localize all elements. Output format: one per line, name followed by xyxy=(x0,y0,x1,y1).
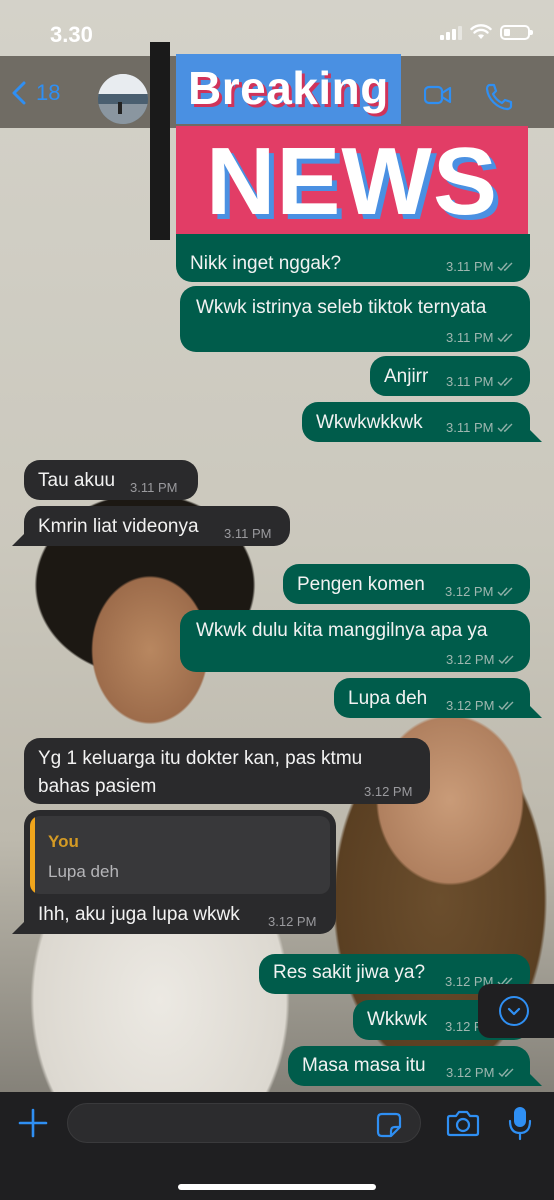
bubble-tail xyxy=(528,704,542,718)
microphone-icon[interactable] xyxy=(508,1105,532,1141)
message-in[interactable]: Yg 1 keluarga itu dokter kan, pas ktmu b… xyxy=(24,738,430,804)
message-time: 3.12 PM xyxy=(268,914,317,929)
message-time: 3.11 PM xyxy=(446,330,494,345)
phone-icon[interactable] xyxy=(484,82,514,112)
message-out[interactable]: Anjirr 3.11 PM xyxy=(370,356,530,396)
contact-avatar[interactable] xyxy=(98,74,148,124)
message-meta: 3.11 PM xyxy=(446,374,515,389)
message-text: Wkwk dulu kita manggilnya apa ya xyxy=(196,620,488,641)
message-text: Tau akuu xyxy=(38,470,116,491)
message-meta: 3.12 PM xyxy=(446,1065,516,1080)
message-out[interactable]: Nikk inget nggak? 3.11 PM xyxy=(176,234,530,282)
scroll-to-bottom-button[interactable] xyxy=(478,984,554,1038)
message-meta: 3.11 PM xyxy=(446,259,515,274)
read-ticks-icon xyxy=(498,1068,514,1077)
message-meta: 3.11 PM xyxy=(446,420,515,435)
read-ticks-icon xyxy=(497,423,513,432)
bubble-tail xyxy=(528,428,542,442)
message-out[interactable]: Pengen komen 3.12 PM xyxy=(283,564,530,604)
message-out[interactable]: Wkwk dulu kita manggilnya apa ya 3.12 PM xyxy=(180,610,530,672)
message-meta: 3.12 PM xyxy=(446,652,516,667)
message-time: 3.11 PM xyxy=(446,259,494,274)
message-text: Wkwkwkkwk xyxy=(316,412,423,433)
composer-bar xyxy=(0,1092,554,1200)
message-out[interactable]: Wkwkwkkwk 3.11 PM xyxy=(302,402,530,442)
message-text: Wkkwk xyxy=(367,1009,428,1030)
chevron-left-icon xyxy=(12,81,26,105)
message-out[interactable]: Lupa deh 3.12 PM xyxy=(334,678,530,718)
camera-icon[interactable] xyxy=(446,1109,480,1137)
message-time: 3.12 PM xyxy=(445,584,494,599)
message-text: Kmrin liat videonya xyxy=(38,516,199,537)
message-meta: 3.11 PM xyxy=(446,330,515,345)
quoted-message[interactable]: You Lupa deh xyxy=(30,816,330,894)
message-text: Lupa deh xyxy=(348,688,428,709)
message-time: 3.12 PM xyxy=(364,784,413,799)
wifi-icon xyxy=(470,24,492,39)
home-indicator[interactable] xyxy=(178,1184,376,1190)
read-ticks-icon xyxy=(498,701,514,710)
message-text-line: Yg 1 keluarga itu dokter kan, pas ktmu xyxy=(38,748,363,769)
read-ticks-icon xyxy=(497,377,513,386)
status-time: 3.30 xyxy=(50,22,93,47)
message-out[interactable]: Masa masa itu 3.12 PM xyxy=(288,1046,530,1086)
message-in[interactable]: Tau akuu 3.11 PM xyxy=(24,460,198,500)
message-time: 3.11 PM xyxy=(224,526,272,541)
message-text: Anjirr xyxy=(384,366,429,387)
battery-icon xyxy=(500,24,533,40)
breaking-label: Breaking xyxy=(176,54,401,124)
news-label: NEWS xyxy=(176,126,528,240)
read-ticks-icon xyxy=(497,587,513,596)
message-text: Nikk inget nggak? xyxy=(190,253,342,274)
message-input[interactable] xyxy=(67,1103,421,1143)
back-button[interactable]: 18 xyxy=(12,80,60,106)
message-text: Masa masa itu xyxy=(302,1055,426,1076)
message-time: 3.11 PM xyxy=(446,374,494,389)
message-text-line: bahas pasiem xyxy=(38,776,157,797)
chat-screen: 3.30 18 Breaking NEWS Nikk inget nggak? … xyxy=(0,0,554,1200)
video-camera-icon[interactable] xyxy=(424,84,452,106)
read-ticks-icon xyxy=(497,333,513,342)
message-in-reply[interactable]: You Lupa deh Ihh, aku juga lupa wkwk 3.1… xyxy=(24,810,336,934)
quoted-text: Lupa deh xyxy=(48,862,119,881)
read-ticks-icon xyxy=(497,262,513,271)
bubble-tail xyxy=(528,1072,542,1086)
message-text: Pengen komen xyxy=(297,574,425,595)
quoted-author: You xyxy=(48,832,79,851)
avatar-image xyxy=(98,74,148,124)
status-icons xyxy=(440,24,533,40)
read-ticks-icon xyxy=(498,655,514,664)
message-meta: 3.12 PM xyxy=(446,698,516,713)
chevron-down-circle-icon xyxy=(499,996,529,1026)
message-time: 3.12 PM xyxy=(446,1065,495,1080)
message-meta: 3.12 PM xyxy=(445,584,515,599)
message-time: 3.12 PM xyxy=(446,698,495,713)
quote-accent-bar xyxy=(30,816,35,894)
sticker-icon[interactable] xyxy=(376,1112,402,1138)
cellular-signal-icon xyxy=(440,24,462,40)
message-out[interactable]: Wkwk istrinya seleb tiktok ternyata 3.11… xyxy=(180,286,530,352)
message-text: Res sakit jiwa ya? xyxy=(273,962,426,983)
message-time: 3.11 PM xyxy=(446,420,494,435)
message-text: Wkwk istrinya seleb tiktok ternyata xyxy=(196,297,487,318)
message-time: 3.11 PM xyxy=(130,480,178,495)
overlay-bar xyxy=(150,42,170,240)
message-text: Ihh, aku juga lupa wkwk xyxy=(38,904,240,925)
message-time: 3.12 PM xyxy=(446,652,495,667)
message-in[interactable]: Kmrin liat videonya 3.11 PM xyxy=(24,506,290,546)
unread-count: 18 xyxy=(36,80,61,105)
plus-icon[interactable] xyxy=(18,1108,48,1138)
